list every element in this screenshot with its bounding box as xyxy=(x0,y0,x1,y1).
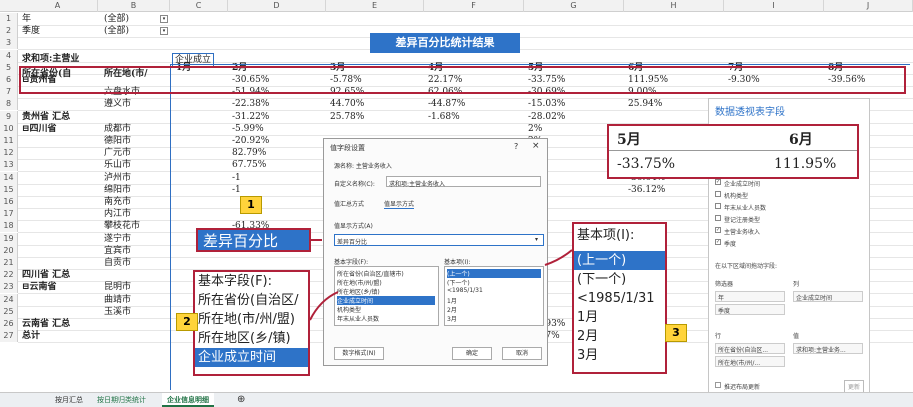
sheet-tab[interactable]: 按月汇总 xyxy=(50,393,88,407)
connector-arrows xyxy=(309,239,573,321)
sheet-tab[interactable]: 企业信息明细 xyxy=(162,393,214,407)
sheet-tab-bar: 按月汇总 按日期归类统计 企业信息明细 ⊕ xyxy=(0,392,913,407)
spreadsheet[interactable]: ABCDEFGHIJ 1 2 3 4 5 6 7 8 9 10 11 12 13 14 15 16 17 18 19… xyxy=(0,0,913,394)
add-sheet-icon[interactable]: ⊕ xyxy=(232,393,250,407)
sheet-tab[interactable]: 按日期归类统计 xyxy=(92,393,151,407)
